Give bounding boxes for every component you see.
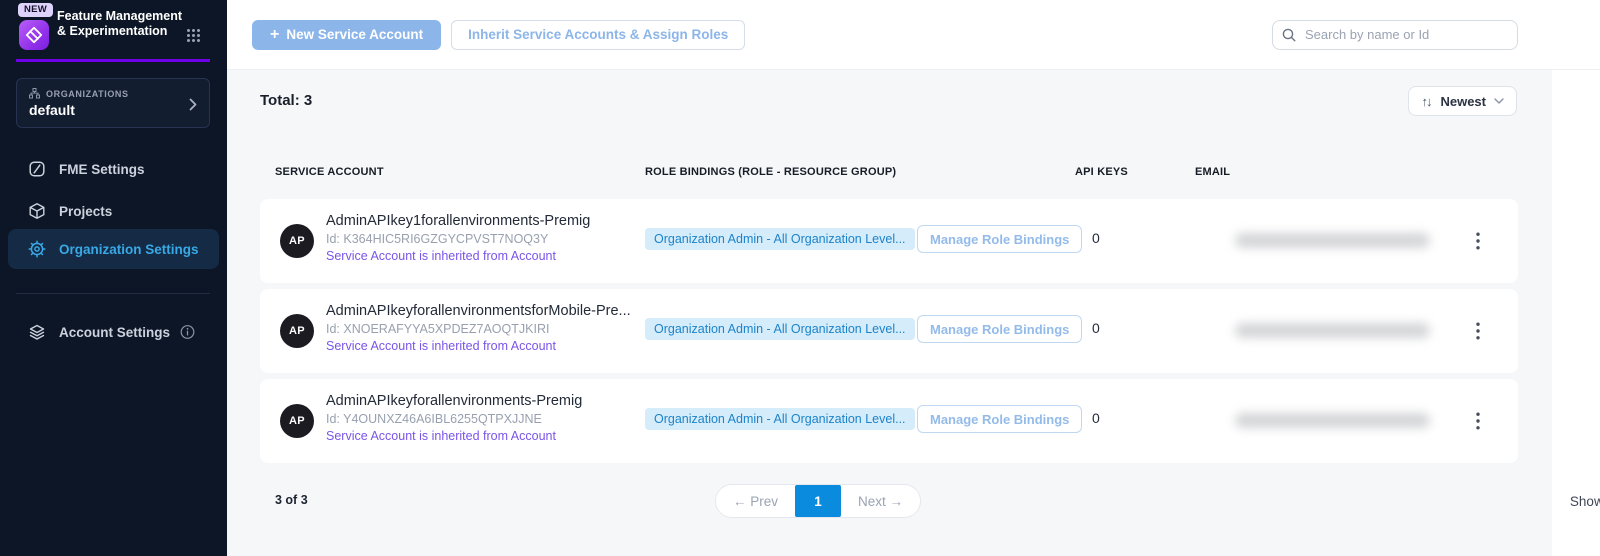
sidebar-divider	[16, 293, 210, 294]
col-email: EMAIL	[1195, 166, 1230, 178]
page-summary: 3 of 3	[275, 493, 308, 507]
col-api-keys: API KEYS	[1075, 166, 1128, 178]
manage-role-bindings-button[interactable]: Manage Role Bindings	[917, 315, 1082, 343]
organization-selector[interactable]: ORGANIZATIONS default	[16, 78, 210, 128]
search-icon	[1282, 28, 1296, 42]
service-account-id: Id: K364HIC5RI6GZGYCPVST7NOQ3Y	[326, 231, 590, 248]
role-binding-badge: Organization Admin - All Organization Le…	[645, 408, 915, 430]
table-row: AP AdminAPIkey1forallenvironments-Premig…	[260, 199, 1518, 283]
gear-icon	[28, 240, 46, 258]
chevron-down-icon	[1494, 98, 1504, 104]
pager: ← Prev 1 Next →	[715, 484, 921, 518]
org-hierarchy-icon	[29, 88, 40, 99]
avatar: AP	[280, 224, 314, 258]
chevron-right-icon	[189, 98, 197, 111]
search-input[interactable]	[1272, 20, 1518, 50]
info-icon[interactable]	[180, 325, 195, 340]
avatar: AP	[280, 404, 314, 438]
app-root: NEW Feature Management & Experimentation	[0, 0, 1600, 556]
service-account-id: Id: Y4OUNXZ46A6IBL6255QTPXJJNE	[326, 411, 582, 428]
inherit-service-accounts-button[interactable]: Inherit Service Accounts & Assign Roles	[451, 20, 745, 50]
role-binding-badge: Organization Admin - All Organization Le…	[645, 228, 915, 250]
email-redacted	[1235, 233, 1430, 248]
show-label: Show	[1570, 494, 1600, 509]
page-size-control: Show 10 per page	[1570, 487, 1600, 515]
table-header: SERVICE ACCOUNT ROLE BINDINGS (ROLE - RE…	[260, 166, 1518, 186]
api-keys-count: 0	[1092, 320, 1100, 336]
service-account-list: AP AdminAPIkey1forallenvironments-Premig…	[260, 199, 1518, 469]
split-squares-icon	[28, 160, 46, 178]
email-redacted	[1235, 413, 1430, 428]
split-logo-icon	[24, 25, 44, 45]
sidebar-item-label: FME Settings	[59, 162, 145, 177]
prev-page-button[interactable]: ← Prev	[716, 485, 795, 517]
col-service-account: SERVICE ACCOUNT	[275, 166, 384, 178]
new-service-account-button[interactable]: + New Service Account	[252, 20, 441, 50]
service-account-id: Id: XNOERAFYYA5XPDEZ7AOQTJKIRI	[326, 321, 631, 338]
organization-name: default	[29, 102, 197, 118]
sidebar-item-label: Organization Settings	[59, 242, 199, 257]
sort-arrows-icon: ↑↓	[1421, 94, 1430, 109]
new-badge: NEW	[18, 3, 53, 17]
service-account-name: AdminAPIkeyforallenvironmentsforMobile-P…	[326, 301, 631, 321]
page-number-button[interactable]: 1	[795, 485, 841, 517]
role-binding-badge: Organization Admin - All Organization Le…	[645, 318, 915, 340]
total-count: Total: 3	[260, 92, 312, 109]
organizations-label: ORGANIZATIONS	[46, 89, 129, 99]
inherited-note: Service Account is inherited from Accoun…	[326, 338, 631, 355]
pagination-bar: 3 of 3 ← Prev 1 Next → Show 10 per page	[260, 484, 1600, 518]
sidebar-item-label: Account Settings	[59, 325, 170, 340]
topbar: + New Service Account Inherit Service Ac…	[227, 0, 1600, 70]
inherited-note: Service Account is inherited from Accoun…	[326, 428, 582, 445]
sort-value: Newest	[1440, 94, 1486, 109]
accent-divider	[16, 59, 210, 62]
service-account-name: AdminAPIkey1forallenvironments-Premig	[326, 211, 590, 231]
service-account-name: AdminAPIkeyforallenvironments-Premig	[326, 391, 582, 411]
inherited-note: Service Account is inherited from Accoun…	[326, 248, 590, 265]
layers-icon	[28, 323, 46, 341]
sort-dropdown[interactable]: ↑↓ Newest	[1408, 86, 1517, 116]
sidebar-item-organization-settings[interactable]: Organization Settings	[8, 229, 219, 269]
row-menu-kebab-icon[interactable]	[1466, 315, 1490, 347]
table-row: AP AdminAPIkeyforallenvironmentsforMobil…	[260, 289, 1518, 373]
api-keys-count: 0	[1092, 410, 1100, 426]
manage-role-bindings-button[interactable]: Manage Role Bindings	[917, 405, 1082, 433]
sidebar-item-account-settings[interactable]: Account Settings	[8, 314, 219, 350]
sidebar-item-fme-settings[interactable]: FME Settings	[8, 151, 219, 187]
cube-icon	[28, 202, 46, 220]
avatar: AP	[280, 314, 314, 348]
table-row: AP AdminAPIkeyforallenvironments-Premig …	[260, 379, 1518, 463]
row-menu-kebab-icon[interactable]	[1466, 225, 1490, 257]
main-area: + New Service Account Inherit Service Ac…	[227, 0, 1600, 556]
search-box	[1272, 20, 1518, 50]
app-logo	[19, 20, 49, 50]
sidebar-item-label: Projects	[59, 204, 112, 219]
new-service-account-label: New Service Account	[286, 27, 423, 42]
content-area: Total: 3 ↑↓ Newest SERVICE ACCOUNT ROLE …	[227, 70, 1552, 556]
col-role-bindings: ROLE BINDINGS (ROLE - RESOURCE GROUP)	[645, 166, 896, 178]
row-menu-kebab-icon[interactable]	[1466, 405, 1490, 437]
plus-icon: +	[270, 26, 279, 44]
app-switcher-grid-icon[interactable]	[186, 28, 201, 43]
api-keys-count: 0	[1092, 230, 1100, 246]
next-page-button[interactable]: Next →	[841, 485, 920, 517]
sidebar-item-projects[interactable]: Projects	[8, 193, 219, 229]
email-redacted	[1235, 323, 1430, 338]
manage-role-bindings-button[interactable]: Manage Role Bindings	[917, 225, 1082, 253]
app-title: Feature Management & Experimentation	[57, 9, 183, 38]
sidebar: NEW Feature Management & Experimentation	[0, 0, 227, 556]
